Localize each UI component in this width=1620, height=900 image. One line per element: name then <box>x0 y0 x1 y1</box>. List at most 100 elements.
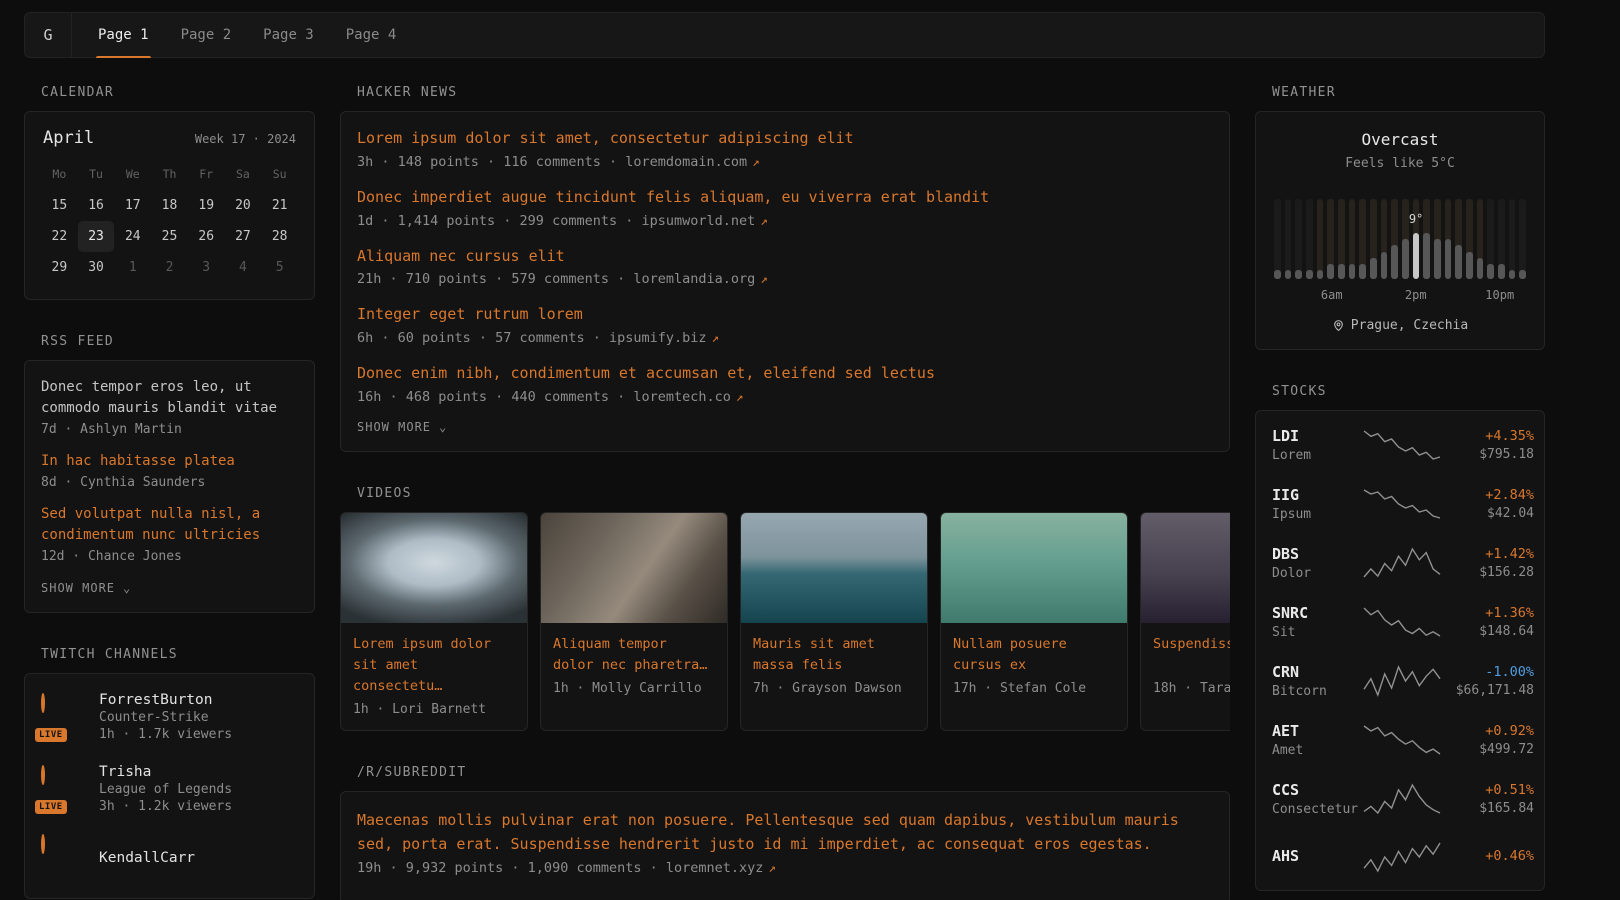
stock-price: $148.64 <box>1440 624 1534 639</box>
hn-item-title[interactable]: Aliquam nec cursus elit <box>357 246 1213 268</box>
rss-item-title[interactable]: In hac habitasse platea <box>41 451 298 472</box>
video-card[interactable]: Lorem ipsum dolor sit amet consectetu… 1… <box>340 512 528 731</box>
weather-location: Prague, Czechia <box>1351 318 1468 333</box>
stock-row[interactable]: DBS Dolor +1.42% $156.28 <box>1272 545 1528 581</box>
stock-row[interactable]: AHS +0.46% <box>1272 840 1528 874</box>
stock-row[interactable]: CRN Bitcorn -1.00% $66,171.48 <box>1272 663 1528 699</box>
hn-item-title[interactable]: Donec enim nibh, condimentum et accumsan… <box>357 363 1213 385</box>
stock-row[interactable]: LDI Lorem +4.35% $795.18 <box>1272 427 1528 463</box>
stock-row[interactable]: AET Amet +0.92% $499.72 <box>1272 722 1528 758</box>
stocks-card: LDI Lorem +4.35% $795.18 IIG Ipsum <box>1255 410 1545 891</box>
video-card[interactable]: Mauris sit amet massa felis 7h · Grayson… <box>740 512 928 731</box>
weather-hour-bar <box>1498 199 1505 279</box>
video-title: Mauris sit amet massa felis <box>753 634 915 676</box>
reddit-post-title[interactable]: Maecenas mollis pulvinar erat non posuer… <box>357 808 1213 856</box>
weekday-label: Tu <box>78 162 115 186</box>
weather-hour-bar <box>1359 199 1366 279</box>
hn-item-title[interactable]: Integer eget rutrum lorem <box>357 304 1213 326</box>
stock-row[interactable]: SNRC Sit +1.36% $148.64 <box>1272 604 1528 640</box>
rss-item-title[interactable]: Donec tempor eros leo, ut commodo mauris… <box>41 377 298 419</box>
twitch-channel-row[interactable]: KendallCarr <box>41 836 298 880</box>
main-column: HACKER NEWS Lorem ipsum dolor sit amet, … <box>340 85 1230 900</box>
stock-values: -1.00% $66,171.48 <box>1440 664 1534 698</box>
hackernews-section: HACKER NEWS Lorem ipsum dolor sit amet, … <box>340 85 1230 452</box>
stock-values: +1.42% $156.28 <box>1440 546 1534 580</box>
weekday-label: Th <box>151 162 188 186</box>
stock-symbol: CCS <box>1272 781 1364 799</box>
stock-id: AHS <box>1272 847 1364 868</box>
video-thumbnail <box>941 513 1127 623</box>
stock-name: Ipsum <box>1272 507 1364 522</box>
reddit-domain-link[interactable]: loremnet.xyz↗ <box>666 860 776 876</box>
weekday-label: Su <box>261 162 298 186</box>
stock-row[interactable]: IIG Ipsum +2.84% $42.04 <box>1272 486 1528 522</box>
twitch-channel-row[interactable]: LIVE Trisha League of Legends 3h · 1.2k … <box>41 764 298 814</box>
calendar-card: April Week 17 · 2024 MoTuWeThFrSaSu 1516… <box>24 111 315 300</box>
channel-avatar-image <box>41 693 45 713</box>
hn-item-title[interactable]: Lorem ipsum dolor sit amet, consectetur … <box>357 128 1213 150</box>
show-more-label: SHOW MORE <box>357 420 431 434</box>
hackernews-section-label: HACKER NEWS <box>357 85 1230 100</box>
tab-page-1[interactable]: Page 1 <box>82 13 165 57</box>
weather-hour-bar <box>1487 199 1494 279</box>
video-row: Lorem ipsum dolor sit amet consectetu… 1… <box>340 512 1230 731</box>
channel-game: Counter-Strike <box>99 710 232 725</box>
hn-domain-link[interactable]: ipsumify.biz↗ <box>609 330 719 346</box>
tab-page-4[interactable]: Page 4 <box>330 13 413 57</box>
hn-item-title[interactable]: Donec imperdiet augue tincidunt felis al… <box>357 187 1213 209</box>
stock-symbol: IIG <box>1272 486 1364 504</box>
dashboard-page: G Page 1 Page 2 Page 3 Page 4 CALENDAR A… <box>24 12 1545 900</box>
rss-show-more-button[interactable]: SHOW MORE ⌄ <box>41 581 131 595</box>
videos-section: VIDEOS Lorem ipsum dolor sit amet consec… <box>340 486 1230 731</box>
rss-item-meta: 12d · Chance Jones <box>41 549 298 564</box>
channel-viewers: 1h · 1.7k viewers <box>99 727 232 742</box>
calendar-day: 23 <box>78 221 115 252</box>
hn-domain-text: ipsumworld.net <box>641 213 755 229</box>
reddit-card: Maecenas mollis pulvinar erat non posuer… <box>340 791 1230 900</box>
rss-item-title[interactable]: Sed volutpat nulla nisl, a condimentum n… <box>41 504 298 546</box>
weather-section-label: WEATHER <box>1272 85 1545 100</box>
hn-domain-link[interactable]: loremlandia.org↗ <box>633 271 767 287</box>
video-title: Nullam posuere cursus ex <box>953 634 1115 676</box>
channel-game: League of Legends <box>99 782 232 797</box>
logo[interactable]: G <box>25 13 72 57</box>
calendar-day: 15 <box>41 190 78 221</box>
weekday-label: Fr <box>188 162 225 186</box>
stock-sparkline <box>1364 605 1440 639</box>
twitch-channel-row[interactable]: LIVE ForrestBurton Counter-Strike 1h · 1… <box>41 692 298 742</box>
video-body: Aliquam tempor dolor nec pharetra… 1h · … <box>541 623 727 709</box>
hn-show-more-button[interactable]: SHOW MORE ⌄ <box>357 420 447 434</box>
tab-page-2[interactable]: Page 2 <box>165 13 248 57</box>
video-card[interactable]: Nullam posuere cursus ex 17h · Stefan Co… <box>940 512 1128 731</box>
stock-price: $66,171.48 <box>1440 683 1534 698</box>
calendar-day: 2 <box>151 252 188 283</box>
hn-meta-text: 21h · 710 points · 579 comments · <box>357 271 625 287</box>
calendar-day: 22 <box>41 221 78 252</box>
video-title: Suspendisse diam <box>1153 634 1230 676</box>
videos-section-label: VIDEOS <box>357 486 1230 501</box>
stock-symbol: AET <box>1272 722 1364 740</box>
stocks-section: STOCKS LDI Lorem +4.35% $795.18 <box>1255 384 1545 891</box>
tab-page-3[interactable]: Page 3 <box>247 13 330 57</box>
weather-section: WEATHER Overcast Feels like 5°C 9° 6am2p… <box>1255 85 1545 350</box>
video-meta: 7h · Grayson Dawson <box>753 681 915 696</box>
video-body: Suspendisse diam 18h · Tara <box>1141 623 1230 709</box>
video-card[interactable]: Aliquam tempor dolor nec pharetra… 1h · … <box>540 512 728 731</box>
external-link-icon: ↗ <box>712 330 720 345</box>
stock-name: Lorem <box>1272 448 1364 463</box>
stock-name: Sit <box>1272 625 1364 640</box>
calendar-day: 20 <box>225 190 262 221</box>
stock-row[interactable]: CCS Consectetur +0.51% $165.84 <box>1272 781 1528 817</box>
avatar: LIVE <box>41 695 85 739</box>
stock-sparkline <box>1364 664 1440 698</box>
live-badge: LIVE <box>35 728 67 742</box>
hn-domain-link[interactable]: loremdomain.com↗ <box>625 154 759 170</box>
stock-change: +0.51% <box>1440 782 1534 798</box>
hn-domain-link[interactable]: loremtech.co↗ <box>633 389 743 405</box>
weather-hour-bar <box>1402 199 1409 279</box>
hn-domain-text: loremlandia.org <box>633 271 755 287</box>
hn-domain-link[interactable]: ipsumworld.net↗ <box>641 213 767 229</box>
rss-section: RSS FEED Donec tempor eros leo, ut commo… <box>24 334 315 613</box>
video-card[interactable]: Suspendisse diam 18h · Tara <box>1140 512 1230 731</box>
chevron-down-icon: ⌄ <box>439 421 447 433</box>
